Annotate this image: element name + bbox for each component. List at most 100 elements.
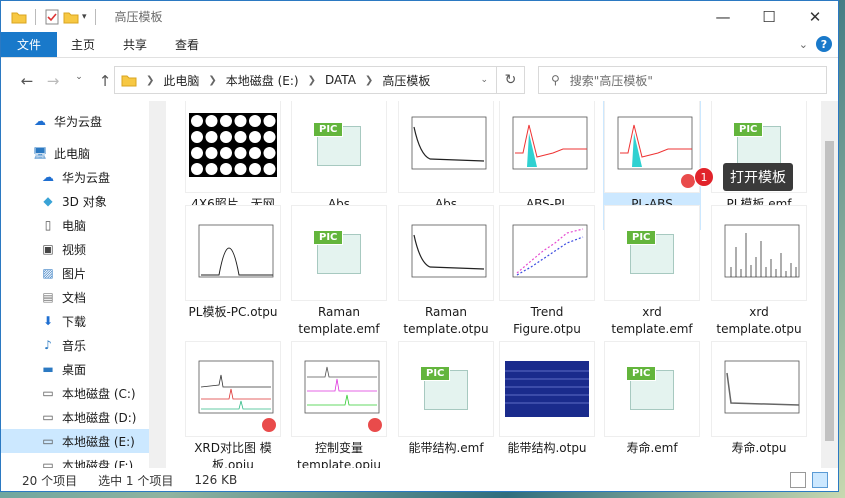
sidebar-item-label: 电脑 bbox=[62, 218, 87, 233]
file-thumbnail bbox=[398, 205, 494, 301]
new-folder-icon[interactable] bbox=[63, 10, 79, 24]
drive-icon: ▭ bbox=[42, 434, 54, 448]
breadcrumb-data[interactable]: DATA bbox=[325, 73, 356, 87]
maximize-button[interactable]: ☐ bbox=[746, 1, 792, 32]
file-thumbnail: PIC bbox=[291, 101, 387, 193]
sidebar-item[interactable]: ▤ 文档 bbox=[1, 285, 149, 309]
recent-dropdown-icon[interactable]: ⌄ bbox=[67, 72, 91, 90]
content-scrollbar[interactable] bbox=[821, 101, 838, 468]
selection-size: 126 KB bbox=[194, 473, 238, 487]
file-thumbnail bbox=[604, 101, 700, 193]
file-item[interactable]: PIC Raman template.emf bbox=[290, 205, 388, 338]
status-bar: 20 个项目 选中 1 个项目 126 KB bbox=[1, 468, 838, 491]
expand-ribbon-icon[interactable]: ⌄ bbox=[799, 38, 808, 51]
sidebar-item[interactable]: ♪ 音乐 bbox=[1, 333, 149, 357]
file-item[interactable]: PIC 寿命.emf bbox=[603, 341, 701, 457]
scrollbar-thumb[interactable] bbox=[825, 141, 834, 441]
sidebar-item[interactable]: ▯ 电脑 bbox=[1, 213, 149, 237]
file-item[interactable]: xrd template.otpu bbox=[710, 205, 808, 338]
address-bar[interactable]: ❯ 此电脑 ❯ 本地磁盘 (E:) ❯ DATA ❯ 高压模板 ⌄ bbox=[114, 66, 497, 94]
sidebar-item[interactable]: ▣ 视频 bbox=[1, 237, 149, 261]
minimize-button[interactable]: — bbox=[700, 1, 746, 32]
file-name: xrd template.emf bbox=[611, 305, 693, 336]
qa-dropdown-icon[interactable]: ▾ bbox=[82, 12, 87, 22]
chevron-right-icon: ❯ bbox=[208, 74, 217, 86]
file-thumbnail bbox=[398, 101, 494, 193]
sidebar-item-label: 下载 bbox=[62, 314, 87, 329]
picture-icon: ▨ bbox=[42, 266, 54, 280]
sidebar-item[interactable]: ▭ 本地磁盘 (C:) bbox=[1, 381, 149, 405]
file-item[interactable]: PIC xrd template.emf bbox=[603, 205, 701, 338]
document-icon: ▤ bbox=[42, 290, 54, 304]
file-item[interactable]: 寿命.otpu bbox=[710, 341, 808, 457]
breadcrumb-this-pc[interactable]: 此电脑 bbox=[163, 72, 199, 89]
sidebar-item[interactable]: ▭ 本地磁盘 (F:) bbox=[1, 453, 149, 468]
emf-file-icon: PIC bbox=[313, 230, 365, 276]
open-template-tooltip[interactable]: 打开模板 bbox=[723, 163, 793, 191]
sidebar-item[interactable]: ◆ 3D 对象 bbox=[1, 189, 149, 213]
search-box[interactable]: ⚲ 搜索"高压模板" bbox=[538, 66, 827, 94]
file-item[interactable]: 能带结构.otpu bbox=[498, 341, 596, 457]
file-name: Raman template.otpu bbox=[403, 305, 489, 336]
sidebar-item[interactable]: ▨ 图片 bbox=[1, 261, 149, 285]
file-item[interactable]: Trend Figure.otpu bbox=[498, 205, 596, 338]
tab-share[interactable]: 共享 bbox=[109, 32, 161, 57]
file-item[interactable]: PIC PL模板.emf bbox=[710, 101, 808, 213]
sidebar-item-label: 此电脑 bbox=[54, 146, 91, 161]
refresh-button[interactable]: ↻ bbox=[497, 66, 525, 94]
file-name: XRD对比图 模板.opju bbox=[194, 441, 272, 468]
file-thumbnail bbox=[711, 341, 807, 437]
back-button[interactable]: ← bbox=[15, 72, 39, 90]
sidebar-item-label: 文档 bbox=[62, 290, 87, 305]
item-count: 20 个项目 bbox=[22, 473, 78, 488]
search-input[interactable]: 搜索"高压模板" bbox=[570, 72, 653, 89]
sidebar-item[interactable]: ☁ 华为云盘 bbox=[1, 109, 149, 133]
video-icon: ▣ bbox=[42, 242, 54, 256]
address-dropdown-icon[interactable]: ⌄ bbox=[480, 75, 488, 85]
sidebar-item[interactable]: ▭ 本地磁盘 (D:) bbox=[1, 405, 149, 429]
details-view-button[interactable] bbox=[790, 472, 806, 488]
large-icons-view-button[interactable] bbox=[812, 472, 828, 488]
breadcrumb-drive-e[interactable]: 本地磁盘 (E:) bbox=[226, 72, 299, 89]
sidebar-item[interactable]: ☁ 华为云盘 bbox=[1, 165, 149, 189]
sidebar-item-label: 3D 对象 bbox=[62, 194, 107, 209]
nav-scrollbar[interactable] bbox=[149, 101, 166, 468]
pic-tag: PIC bbox=[313, 122, 344, 137]
sidebar-item-label: 本地磁盘 (C:) bbox=[62, 386, 136, 401]
folder-icon bbox=[121, 75, 137, 87]
tab-home[interactable]: 主页 bbox=[57, 32, 109, 57]
file-thumbnail bbox=[185, 205, 281, 301]
file-item[interactable]: Raman template.otpu bbox=[397, 205, 495, 338]
breadcrumb-current[interactable]: 高压模板 bbox=[382, 72, 430, 89]
file-item[interactable]: PL模板-PC.otpu bbox=[184, 205, 282, 321]
file-thumbnail: PIC bbox=[291, 205, 387, 301]
file-thumbnail bbox=[711, 205, 807, 301]
file-item[interactable]: XRD对比图 模板.opju bbox=[184, 341, 282, 468]
file-thumbnail: PIC bbox=[604, 341, 700, 437]
cloud-icon: ☁ bbox=[34, 114, 46, 128]
chevron-right-icon: ❯ bbox=[307, 74, 316, 86]
tab-view[interactable]: 查看 bbox=[161, 32, 213, 57]
file-name: Raman template.emf bbox=[298, 305, 380, 336]
chevron-right-icon: ❯ bbox=[364, 74, 374, 86]
help-icon[interactable]: ? bbox=[816, 36, 832, 52]
emf-file-icon: PIC bbox=[626, 230, 678, 276]
sidebar-item[interactable]: ▬ 桌面 bbox=[1, 357, 149, 381]
close-button[interactable]: ✕ bbox=[792, 1, 838, 32]
properties-icon[interactable] bbox=[44, 9, 60, 25]
sidebar-item-label: 桌面 bbox=[62, 362, 87, 377]
sidebar-item[interactable]: 🖥 此电脑 bbox=[1, 141, 149, 165]
file-thumbnail: PIC bbox=[398, 341, 494, 437]
drive-icon: ▭ bbox=[42, 458, 54, 468]
file-item[interactable]: PIC 能带结构.emf bbox=[397, 341, 495, 457]
sidebar-item[interactable]: ⬇ 下载 bbox=[1, 309, 149, 333]
desktop-icon: ▬ bbox=[42, 362, 54, 376]
tab-file[interactable]: 文件 bbox=[1, 32, 58, 57]
emf-file-icon: PIC bbox=[313, 122, 365, 168]
ribbon: 文件 主页 共享 查看 ⌄ ? bbox=[1, 32, 838, 58]
sidebar-item[interactable]: ▭ 本地磁盘 (E:) bbox=[1, 429, 149, 453]
file-item[interactable]: 控制变量 template.opju bbox=[290, 341, 388, 468]
forward-button[interactable]: → bbox=[41, 72, 65, 90]
file-name: PL模板-PC.otpu bbox=[188, 305, 278, 319]
pic-tag: PIC bbox=[626, 230, 657, 245]
